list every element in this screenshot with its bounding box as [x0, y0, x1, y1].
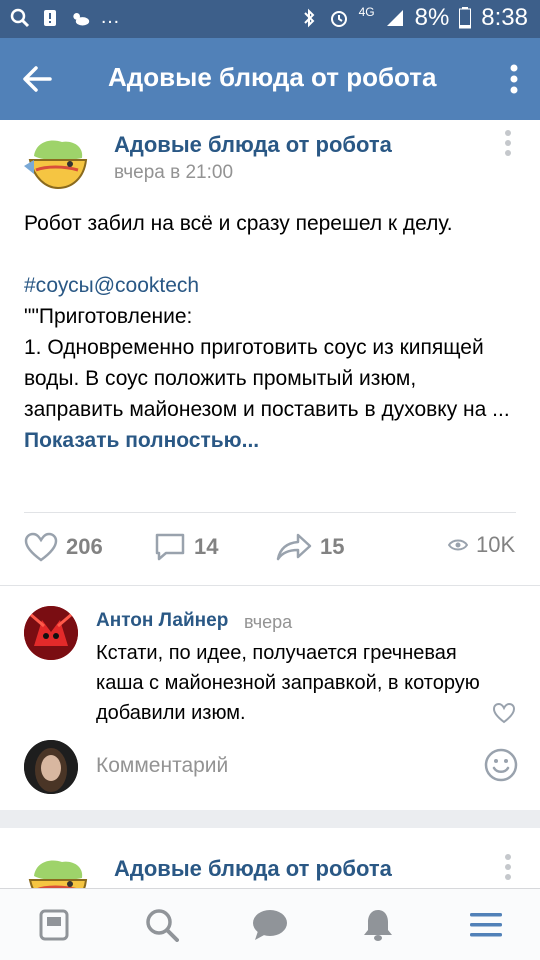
bottom-nav: [0, 888, 540, 960]
post-author[interactable]: Адовые блюда от робота: [114, 856, 392, 882]
comment-button[interactable]: 14: [154, 532, 218, 562]
signal-icon: [386, 10, 403, 26]
eye-icon: [448, 539, 468, 551]
divider: [24, 512, 516, 513]
menu-icon: [470, 912, 502, 936]
share-icon: [276, 533, 312, 561]
publisher-avatar[interactable]: [24, 130, 92, 192]
post-card: Адовые блюда от робота вчера в 21:00 Роб…: [0, 120, 540, 810]
nav-messages[interactable]: [250, 905, 290, 945]
clock: 8:38: [481, 4, 528, 31]
user-avatar: [24, 740, 78, 794]
more-notifications-icon: …: [100, 6, 120, 28]
more-vertical-icon[interactable]: [508, 64, 520, 94]
hashtag-link[interactable]: #соусы@cooktech: [24, 270, 516, 301]
post-line: Робот забил на всё и сразу перешел к дел…: [24, 212, 453, 235]
alarm-icon: [330, 11, 347, 27]
comment-input[interactable]: Комментарий: [96, 754, 228, 778]
post-time: вчера в 21:00: [114, 162, 234, 183]
like-count: 206: [66, 534, 103, 559]
show-more-link[interactable]: Показать полностью...: [24, 425, 516, 456]
weather-icon: [73, 12, 90, 25]
post-line: 1. Одновременно приготовить соус из кипя…: [24, 336, 510, 421]
comment-text: Кстати, по идее, получается гречневая ка…: [96, 642, 480, 724]
page-title: Адовые блюда от робота: [108, 62, 437, 92]
search-icon: [146, 908, 179, 942]
avatar-image: [24, 740, 78, 794]
avatar-image: [24, 606, 78, 660]
heart-icon: [24, 532, 58, 562]
comment-icon: [155, 533, 185, 561]
post-menu-icon[interactable]: [504, 130, 512, 156]
post-menu-icon[interactable]: [504, 854, 512, 880]
network-type: 4G: [358, 5, 375, 19]
comment-like-icon[interactable]: [492, 702, 516, 724]
post-text: Робот забил на всё и сразу перешел к дел…: [24, 208, 516, 456]
notification-icon: [44, 9, 56, 26]
comment-time: вчера: [244, 612, 293, 632]
status-right: 4G 8% 8:38: [299, 4, 528, 32]
status-bar: … 4G 8% 8:38: [0, 0, 540, 38]
battery-percent: 8%: [414, 4, 450, 31]
bell-icon: [364, 909, 392, 941]
nav-search[interactable]: [142, 905, 182, 945]
search-icon: [10, 8, 30, 27]
share-count: 15: [320, 534, 345, 559]
app-bar: Адовые блюда от робота: [0, 38, 540, 120]
comment-author[interactable]: Антон Лайнер: [96, 610, 228, 632]
emoji-icon[interactable]: [484, 748, 518, 782]
message-icon: [253, 909, 287, 940]
battery-icon: [459, 7, 472, 29]
commenter-avatar[interactable]: [24, 606, 78, 660]
nav-menu[interactable]: [466, 905, 506, 945]
post-line: ""Приготовление:: [24, 305, 193, 328]
comment-count: 14: [194, 534, 219, 559]
bluetooth-icon: [303, 8, 314, 28]
status-left-icons: …: [10, 6, 120, 29]
divider: [0, 585, 540, 586]
post-actions: 206 14 15 10K: [0, 532, 540, 572]
view-count: 10K: [476, 532, 516, 557]
nav-news[interactable]: [34, 905, 74, 945]
share-button[interactable]: 15: [276, 532, 344, 562]
views: 10K: [448, 532, 515, 558]
nav-notifications[interactable]: [358, 905, 398, 945]
back-arrow-icon[interactable]: [20, 62, 54, 96]
post-author[interactable]: Адовые блюда от робота: [114, 132, 392, 158]
like-button[interactable]: 206: [24, 532, 103, 562]
news-icon: [39, 909, 69, 940]
